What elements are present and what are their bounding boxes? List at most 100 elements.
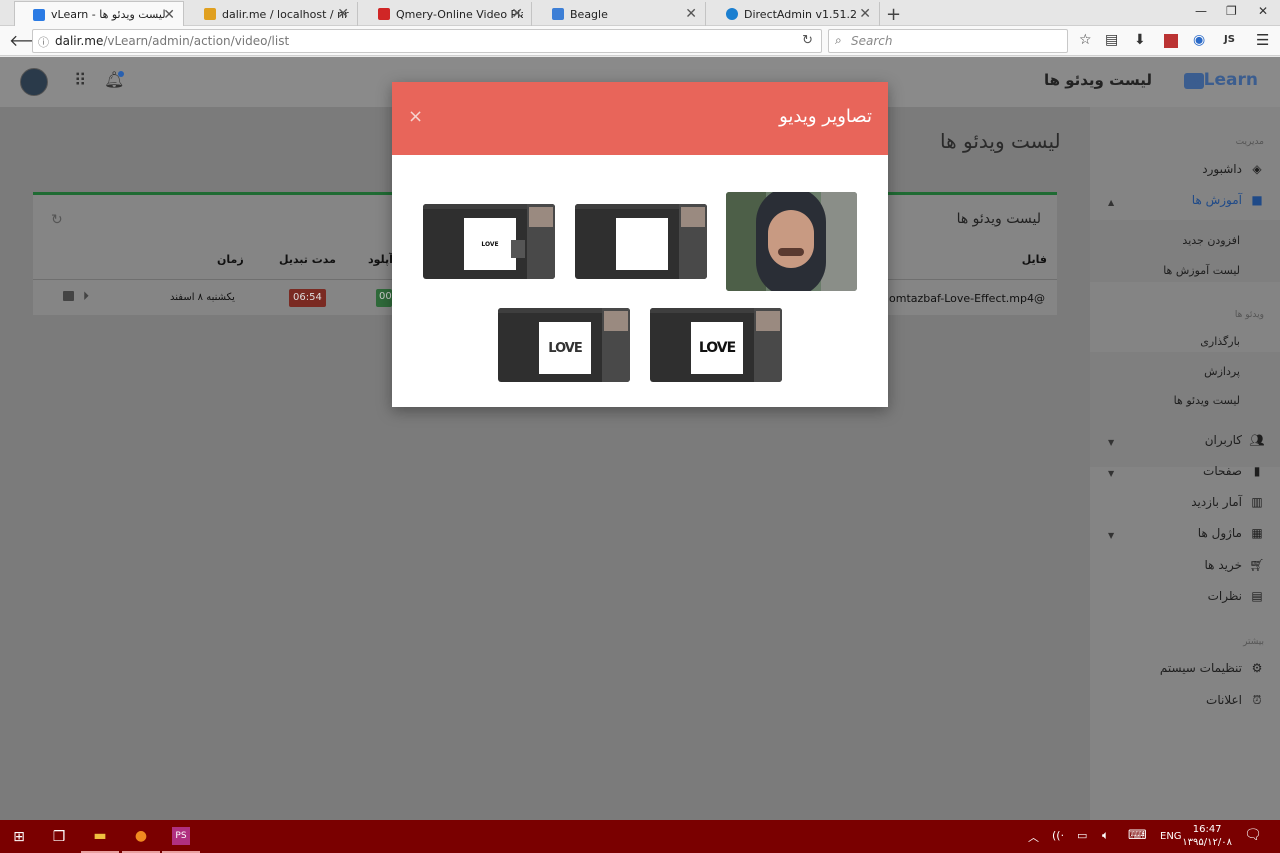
- modules-icon: ▦: [1251, 526, 1263, 540]
- sidebar-subitem-tutorial-list[interactable]: لیست آموزش ها: [1163, 264, 1240, 277]
- firefox-icon[interactable]: ●: [122, 820, 160, 853]
- row-upload-badge: 00: [376, 289, 392, 307]
- column-header-time: زمان: [217, 253, 244, 266]
- chevron-down-icon[interactable]: ▼: [1108, 531, 1114, 540]
- sidebar-item-users[interactable]: 👥︎ کاربران: [1204, 433, 1265, 447]
- phpmyadmin-favicon-icon: [204, 8, 216, 20]
- keyboard-icon[interactable]: ⌨: [1128, 828, 1147, 843]
- chevron-down-icon[interactable]: ▼: [1108, 438, 1114, 447]
- page-icon: ▮: [1253, 464, 1261, 478]
- reading-list-icon[interactable]: ▤: [1105, 32, 1118, 48]
- search-icon: ⌕: [835, 33, 842, 47]
- close-window-icon[interactable]: ✕: [1258, 4, 1268, 18]
- comment-icon: ▤: [1251, 589, 1263, 603]
- sidebar-subitem-upload[interactable]: بارگذاری: [1200, 335, 1240, 348]
- avatar[interactable]: [20, 68, 48, 96]
- tab-phpmyadmin[interactable]: dalir.me / localhost / nrpd... ✕: [186, 2, 358, 26]
- minimize-icon[interactable]: —: [1195, 4, 1207, 18]
- close-icon[interactable]: ×: [408, 106, 423, 127]
- sidebar-item-dashboard[interactable]: ◈ داشبورد: [1202, 162, 1264, 176]
- phpstorm-icon[interactable]: PS: [162, 820, 200, 853]
- cart-icon: 🛒︎: [1249, 558, 1265, 572]
- menu-icon[interactable]: ☰: [1256, 31, 1269, 49]
- input-language[interactable]: ENG: [1160, 831, 1182, 842]
- clock[interactable]: 16:47 ۱۳۹۵/۱۲/۰۸: [1182, 823, 1232, 849]
- search-placeholder: Search: [851, 34, 893, 48]
- sidebar-item-settings[interactable]: ⚙ تنظیمات سیستم: [1160, 661, 1264, 675]
- globe-extension-icon[interactable]: ◉: [1193, 32, 1205, 48]
- thumb-canvas: [616, 218, 668, 270]
- close-tab-icon[interactable]: ✕: [685, 6, 697, 22]
- beagle-favicon-icon: [552, 8, 564, 20]
- sidebar-item-notifications[interactable]: ⏰︎ اعلانات: [1206, 693, 1264, 708]
- tab-beagle[interactable]: Beagle ✕: [534, 2, 706, 26]
- wifi-icon[interactable]: ((·: [1052, 829, 1064, 842]
- thumb-cam: [681, 207, 705, 227]
- sidebar-subitem-add-new[interactable]: افزودن جدید: [1182, 234, 1240, 247]
- thumb-cam: [529, 207, 553, 227]
- new-tab-button[interactable]: +: [886, 4, 901, 25]
- qmery-favicon-icon: [378, 8, 390, 20]
- extension-icon[interactable]: [1164, 34, 1178, 48]
- layers-icon: ◈: [1252, 162, 1262, 176]
- search-input[interactable]: ⌕ Search: [828, 29, 1068, 53]
- tab-qmery[interactable]: Qmery-Online Video Platf... ✕: [360, 2, 532, 26]
- reload-icon[interactable]: ↻: [802, 33, 813, 48]
- task-view-icon[interactable]: ❒: [40, 820, 78, 853]
- thumb-canvas-text: LOVE: [691, 322, 743, 374]
- sidebar-item-comments[interactable]: ▤ نظرات: [1208, 589, 1264, 603]
- sidebar-item-tutorials[interactable]: ■ آموزش ها: [1192, 193, 1264, 207]
- file-explorer-icon[interactable]: ▬: [81, 820, 119, 853]
- thumbnail-love-small-frame[interactable]: LOVE: [423, 204, 555, 279]
- sidebar: مدیریت ◈ داشبورد ■ آموزش ها ▲ افزودن جدید …: [1090, 107, 1280, 820]
- column-header-file: فایل: [1021, 253, 1047, 266]
- tab-title: DirectAdmin v1.51.2: [744, 7, 857, 21]
- info-icon[interactable]: ⓘ: [38, 34, 49, 50]
- thumbnail-blank-canvas-frame[interactable]: [575, 204, 707, 279]
- refresh-icon[interactable]: ↻: [51, 212, 63, 228]
- sidebar-item-purchases[interactable]: 🛒︎ خرید ها: [1205, 558, 1265, 572]
- browser-tab-strip: vLearn - لیست ویدئو ها ✕ dalir.me / loca…: [0, 0, 1280, 27]
- download-icon[interactable]: ⬇: [1134, 32, 1146, 48]
- tab-vlearn[interactable]: vLearn - لیست ویدئو ها ✕: [14, 1, 184, 27]
- sidebar-subitem-video-list[interactable]: لیست ویدئو ها: [1174, 394, 1240, 407]
- close-tab-icon[interactable]: ✕: [859, 6, 871, 22]
- thumbnail-love-bold-frame[interactable]: LOVE: [650, 308, 782, 382]
- thumbnail-face-frame[interactable]: [726, 192, 857, 291]
- tab-directadmin[interactable]: DirectAdmin v1.51.2 ✕: [708, 2, 880, 26]
- apps-grid-icon[interactable]: ⠿: [74, 71, 86, 91]
- thumbnail-love-broken-frame[interactable]: LOVE: [498, 308, 630, 382]
- chevron-up-icon[interactable]: ▲: [1108, 198, 1114, 207]
- brand-name: vLearn: [1192, 70, 1258, 90]
- restore-icon[interactable]: ❐: [1226, 4, 1237, 18]
- sidebar-item-stats[interactable]: ▥ آمار بازدید: [1191, 495, 1264, 509]
- chevron-down-icon[interactable]: ▼: [1108, 469, 1114, 478]
- image-icon[interactable]: [63, 291, 74, 301]
- sidebar-item-label: داشبورد: [1202, 162, 1242, 176]
- url-path: /vLearn/admin/action/video/list: [103, 34, 290, 48]
- battery-icon[interactable]: ▭: [1077, 829, 1087, 842]
- sidebar-item-label: آمار بازدید: [1191, 495, 1242, 509]
- windows-start-icon[interactable]: ⊞: [0, 820, 38, 853]
- directadmin-favicon-icon: [726, 8, 738, 20]
- sidebar-item-pages[interactable]: ▮ صفحات: [1203, 464, 1264, 478]
- volume-icon[interactable]: 🔈︎: [1102, 828, 1109, 843]
- close-tab-icon[interactable]: ✕: [337, 6, 349, 22]
- modal-header: تصاویر ویدیو ×: [392, 82, 888, 155]
- close-tab-icon[interactable]: ✕: [511, 6, 523, 22]
- js-extension-icon[interactable]: JS: [1224, 34, 1235, 45]
- tray-chevron-icon[interactable]: ︿: [1028, 829, 1039, 845]
- sidebar-item-label: کاربران: [1204, 433, 1242, 447]
- action-center-icon[interactable]: 🗨︎: [1244, 827, 1262, 843]
- gear-icon: ⚙: [1251, 661, 1263, 675]
- play-icon[interactable]: ⏵: [83, 289, 89, 304]
- bookmark-star-icon[interactable]: ☆: [1079, 32, 1092, 48]
- address-bar[interactable]: ⓘ dalir.me/vLearn/admin/action/video/lis…: [32, 29, 822, 53]
- sidebar-subitem-processing[interactable]: پردازش: [1204, 365, 1240, 378]
- sidebar-item-modules[interactable]: ▦ ماژول ها: [1198, 526, 1264, 540]
- vlearn-favicon-icon: [33, 8, 45, 21]
- column-header-upload: آپلود: [368, 253, 393, 266]
- sidebar-item-label: آموزش ها: [1191, 193, 1242, 207]
- close-tab-icon[interactable]: ✕: [163, 7, 175, 23]
- row-file[interactable]: momtazbaf-Love-Effect.mp4@: [878, 292, 1045, 305]
